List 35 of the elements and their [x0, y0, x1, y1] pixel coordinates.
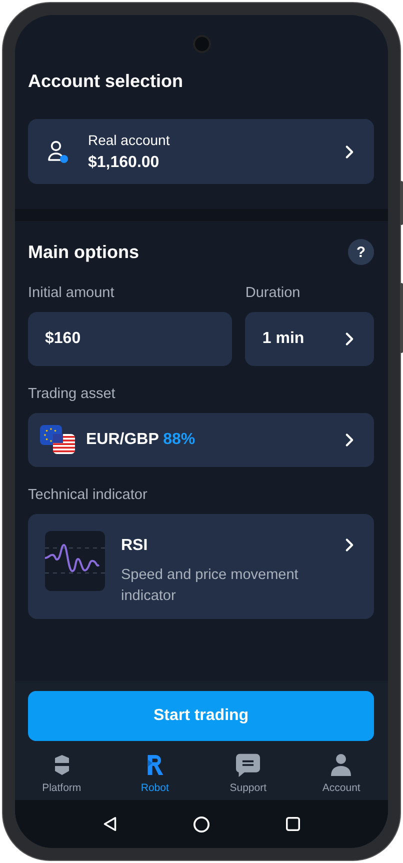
duration-selector[interactable]: 1 min [245, 312, 374, 366]
home-icon[interactable] [193, 816, 210, 832]
field-label: Duration [245, 285, 302, 301]
section-title: Main options [28, 242, 139, 262]
nav-tab[interactable]: Robot [114, 749, 195, 798]
chat-icon [234, 753, 262, 777]
nav-tab[interactable]: Account [301, 749, 382, 798]
user-icon [330, 753, 352, 777]
nav-tab[interactable]: Platform [22, 749, 102, 798]
nav-tab[interactable]: Support [208, 749, 288, 798]
recents-icon[interactable] [286, 817, 300, 831]
indicator-card[interactable]: RSI Speed and price movement indicator [28, 514, 374, 619]
wave-chart-icon [45, 531, 105, 591]
field-label: Trading asset [28, 386, 116, 402]
chevron-right-icon [345, 538, 354, 552]
flag-icon [40, 425, 76, 455]
duration-value: 1 min [262, 330, 304, 348]
chevron-right-icon [345, 332, 354, 346]
camera-icon [192, 35, 210, 53]
account-type: Real account [88, 132, 171, 148]
section-title: Account selection [28, 71, 184, 92]
account-card[interactable]: Real account $1,160.00 [28, 119, 374, 184]
asset-selector[interactable]: EUR/GBP 88% [28, 413, 374, 467]
field-label: Initial amount [28, 285, 116, 301]
help-button[interactable]: ? [348, 239, 374, 265]
chevron-right-icon [345, 144, 354, 158]
chevron-right-icon [345, 433, 354, 447]
amount-field[interactable]: $160 [28, 312, 232, 366]
asset-name: EUR/GBP 88% [86, 431, 196, 449]
account-balance: $1,160.00 [88, 154, 160, 172]
indicator-name: RSI [121, 537, 149, 555]
field-label: Technical indicator [28, 487, 148, 503]
back-icon[interactable] [103, 816, 117, 832]
indicator-description: Speed and price movement indicator [121, 566, 300, 606]
r-logo-icon [144, 753, 165, 777]
